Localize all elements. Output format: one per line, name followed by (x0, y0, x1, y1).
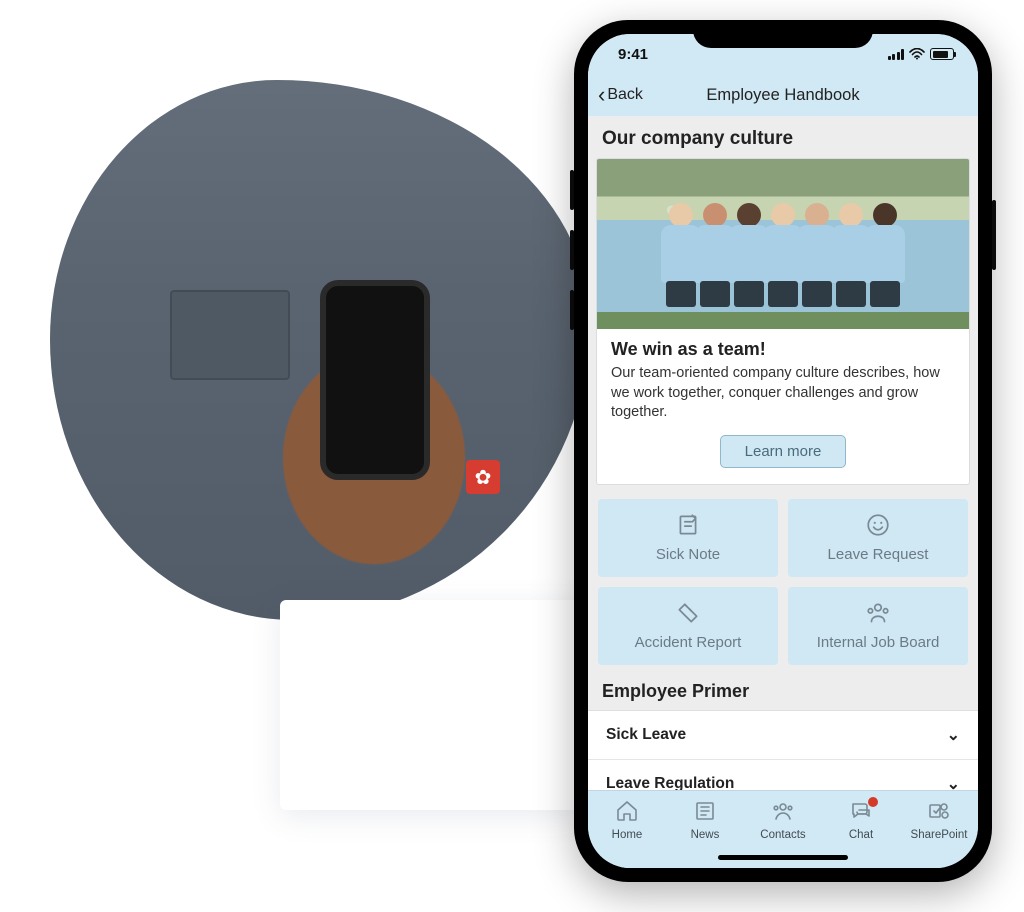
signal-icon (888, 49, 905, 60)
primer-accordion: Sick Leave ⌄ Leave Regulation ⌄ (588, 710, 978, 790)
tab-label: Contacts (760, 829, 805, 841)
home-icon (615, 799, 639, 826)
learn-more-button[interactable]: Learn more (720, 435, 847, 468)
culture-card: We win as a team! Our team-oriented comp… (596, 158, 970, 485)
tile-internal-job-board[interactable]: Internal Job Board (788, 587, 968, 665)
chevron-down-icon: ⌄ (947, 725, 960, 745)
tile-leave-request[interactable]: Leave Request (788, 499, 968, 577)
tab-home[interactable]: Home (592, 799, 662, 841)
phone-screen: 9:41 ‹ Back Employee Handbook Our compan… (588, 34, 978, 868)
marketing-photo: ✿ (50, 80, 590, 620)
culture-card-text: Our team-oriented company culture descri… (611, 364, 955, 423)
phone-frame: 9:41 ‹ Back Employee Handbook Our compan… (574, 20, 992, 882)
status-time: 9:41 (618, 46, 648, 63)
held-phone (320, 280, 430, 480)
nav-title: Employee Handbook (588, 86, 978, 105)
tile-accident-report[interactable]: Accident Report (598, 587, 778, 665)
accordion-item-leave-regulation[interactable]: Leave Regulation ⌄ (588, 760, 978, 790)
quick-action-grid: Sick Note Leave Request Accident Report Int… (588, 499, 978, 679)
news-icon (693, 799, 717, 826)
tab-label: Chat (849, 829, 873, 841)
nav-header: ‹ Back Employee Handbook (588, 74, 978, 116)
tile-label: Sick Note (656, 546, 720, 563)
accordion-item-sick-leave[interactable]: Sick Leave ⌄ (588, 711, 978, 760)
back-button[interactable]: ‹ Back (598, 84, 643, 106)
decorative-shadow-card (280, 600, 590, 810)
tab-news[interactable]: News (670, 799, 740, 841)
accordion-label: Leave Regulation (606, 775, 734, 790)
tile-label: Internal Job Board (817, 634, 940, 651)
primer-title: Employee Primer (588, 679, 978, 710)
phone-notch (693, 20, 873, 48)
back-label: Back (607, 86, 643, 104)
brand-badge: ✿ (466, 460, 500, 494)
culture-card-image (597, 159, 969, 329)
chevron-left-icon: ‹ (598, 84, 605, 106)
tab-bar: Home News Contacts Chat SharePoint (588, 790, 978, 868)
battery-icon (930, 48, 954, 60)
home-indicator[interactable] (718, 855, 848, 860)
tab-label: SharePoint (911, 829, 968, 841)
tile-label: Accident Report (635, 634, 742, 651)
notification-badge (868, 797, 878, 807)
accordion-label: Sick Leave (606, 726, 686, 744)
contacts-icon (771, 799, 795, 826)
tile-label: Leave Request (828, 546, 929, 563)
content-area[interactable]: Our company culture We win as a team! Ou… (588, 116, 978, 790)
status-icons (888, 48, 955, 60)
tab-label: News (691, 829, 720, 841)
tab-label: Home (612, 829, 643, 841)
tab-chat[interactable]: Chat (826, 799, 896, 841)
chevron-down-icon: ⌄ (947, 774, 960, 790)
jacket-pocket (170, 290, 290, 380)
tile-sick-note[interactable]: Sick Note (598, 499, 778, 577)
ticket-icon (675, 600, 701, 630)
culture-card-title: We win as a team! (611, 339, 955, 360)
sharepoint-icon (927, 799, 951, 826)
note-icon (675, 512, 701, 542)
tab-contacts[interactable]: Contacts (748, 799, 818, 841)
tab-sharepoint[interactable]: SharePoint (904, 799, 974, 841)
wifi-icon (909, 48, 925, 60)
smile-icon (865, 512, 891, 542)
group-icon (865, 600, 891, 630)
person-silhouette (862, 199, 908, 309)
section-title: Our company culture (588, 116, 978, 158)
